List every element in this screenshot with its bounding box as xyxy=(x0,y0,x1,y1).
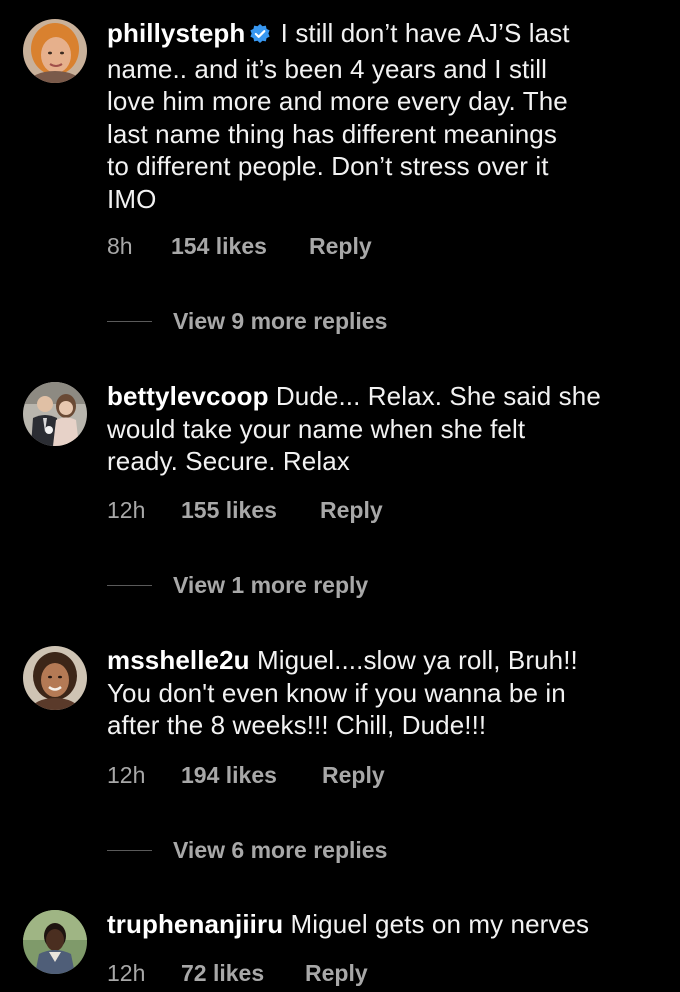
comment-line: Miguel gets on my nerves xyxy=(290,909,590,939)
comment-text: truphenanjiiru Miguel gets on my nerves xyxy=(107,908,663,941)
view-more-label: View 6 more replies xyxy=(173,836,388,863)
likes-count[interactable]: 154 likes xyxy=(171,233,309,260)
divider-line xyxy=(107,584,152,586)
divider-line xyxy=(107,849,152,851)
comment-line: Dude... Relax. She said she xyxy=(275,381,601,411)
comment-line: to different people. Don’t stress over i… xyxy=(107,151,549,181)
view-more-replies-button[interactable]: View 6 more replies xyxy=(107,835,387,865)
likes-count[interactable]: 194 likes xyxy=(181,762,322,789)
comment-line: would take your name when she felt xyxy=(107,413,526,444)
comment-time: 12h xyxy=(107,497,146,523)
comment-line: name.. and it’s been 4 years and I still xyxy=(107,53,547,84)
view-more-replies-button[interactable]: View 9 more replies xyxy=(107,306,387,336)
comment-line: love him more and more every day. The xyxy=(107,86,568,116)
comment-text: bettylevcoop Dude... Relax. She said she… xyxy=(107,380,663,478)
avatar[interactable] xyxy=(23,19,87,83)
comment-meta: 8h 154 likes Reply xyxy=(107,233,372,260)
comment-line: You don't even know if you wanna be in xyxy=(107,677,566,708)
reply-button[interactable]: Reply xyxy=(305,960,368,987)
comment-line: last name thing has different meanings xyxy=(107,118,557,149)
reply-button[interactable]: Reply xyxy=(322,762,385,789)
avatar[interactable] xyxy=(23,910,87,974)
comment-time: 12h xyxy=(107,762,146,788)
view-more-label: View 1 more reply xyxy=(173,571,369,598)
likes-count[interactable]: 155 likes xyxy=(181,497,320,524)
comment-meta: 12h 72 likes Reply xyxy=(107,960,368,987)
comment-meta: 12h 194 likes Reply xyxy=(107,762,385,789)
comment-text: msshelle2u Miguel....slow ya roll, Bruh!… xyxy=(107,644,663,742)
comment-text: phillysteph I still don’t have AJ’S last… xyxy=(107,17,663,215)
view-more-replies-button[interactable]: View 1 more reply xyxy=(107,570,368,600)
comment-line: ready. Secure. Relax xyxy=(107,446,350,476)
comment-line: IMO xyxy=(107,183,157,214)
comment-time: 8h xyxy=(107,233,133,259)
divider-line xyxy=(107,320,152,322)
reply-button[interactable]: Reply xyxy=(309,233,372,260)
verified-badge-icon xyxy=(249,20,271,53)
comment-line: Miguel....slow ya roll, Bruh!! xyxy=(256,645,578,675)
avatar[interactable] xyxy=(23,646,87,710)
username[interactable]: bettylevcoop xyxy=(107,381,269,411)
avatar[interactable] xyxy=(23,382,87,446)
username[interactable]: phillysteph xyxy=(107,18,245,48)
view-more-label: View 9 more replies xyxy=(173,307,388,334)
comment-line: I still don’t have AJ’S last xyxy=(280,18,570,48)
likes-count[interactable]: 72 likes xyxy=(181,960,305,987)
comment-line: after the 8 weeks!!! Chill, Dude!!! xyxy=(107,710,487,740)
comment-time: 12h xyxy=(107,960,146,986)
comment-meta: 12h 155 likes Reply xyxy=(107,497,383,524)
username[interactable]: msshelle2u xyxy=(107,645,250,675)
reply-button[interactable]: Reply xyxy=(320,497,383,524)
username[interactable]: truphenanjiiru xyxy=(107,909,283,939)
